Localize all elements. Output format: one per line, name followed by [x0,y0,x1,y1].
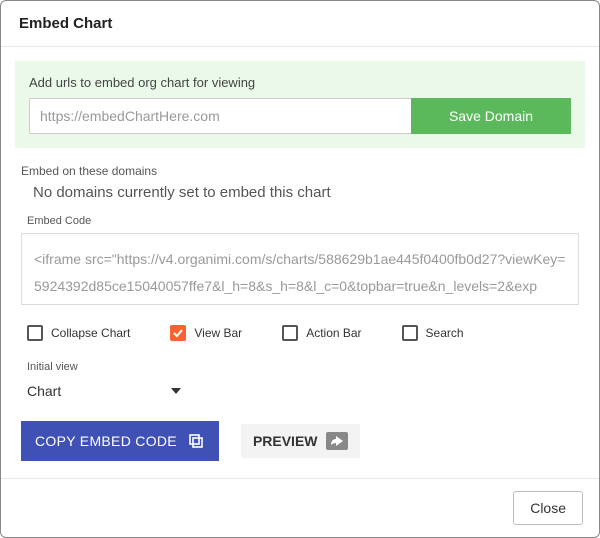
domains-empty: No domains currently set to embed this c… [21,184,579,201]
modal-footer: Close [1,478,599,537]
embed-chart-modal: Embed Chart Add urls to embed org chart … [0,0,600,538]
option-label: Search [426,326,464,340]
chevron-down-icon [171,388,181,394]
modal-body: Add urls to embed org chart for viewing … [1,47,599,478]
initial-view-select[interactable]: Chart [21,383,579,399]
copy-label: COPY EMBED CODE [35,433,177,449]
modal-header: Embed Chart [1,1,599,47]
preview-label: PREVIEW [253,433,318,449]
collapse-chart-option[interactable]: Collapse Chart [27,325,130,341]
select-value: Chart [27,383,61,399]
url-input[interactable] [29,98,411,134]
url-row: Save Domain [29,98,571,134]
modal-title: Embed Chart [19,15,581,32]
initial-view-label: Initial view [21,361,579,373]
domains-label: Embed on these domains [21,164,579,178]
action-bar-option[interactable]: Action Bar [282,325,361,341]
option-label: Action Bar [306,326,361,340]
save-domain-button[interactable]: Save Domain [411,98,571,134]
checkbox-icon [170,325,186,341]
search-option[interactable]: Search [402,325,464,341]
url-label: Add urls to embed org chart for viewing [29,75,571,90]
options-row: Collapse Chart View Bar Action Bar [21,325,579,341]
url-section: Add urls to embed org chart for viewing … [15,61,585,148]
checkbox-icon [27,325,43,341]
copy-icon [187,432,205,450]
checkbox-icon [282,325,298,341]
preview-button[interactable]: PREVIEW [241,424,360,458]
option-label: View Bar [194,326,242,340]
view-bar-option[interactable]: View Bar [170,325,242,341]
copy-embed-code-button[interactable]: COPY EMBED CODE [21,421,219,461]
checkbox-icon [402,325,418,341]
share-icon [326,432,348,450]
embed-code-label: Embed Code [21,215,579,227]
option-label: Collapse Chart [51,326,130,340]
embed-code-box[interactable]: <iframe src="https://v4.organimi.com/s/c… [21,233,579,305]
action-buttons: COPY EMBED CODE PREVIEW [21,421,579,461]
close-button[interactable]: Close [513,491,583,525]
